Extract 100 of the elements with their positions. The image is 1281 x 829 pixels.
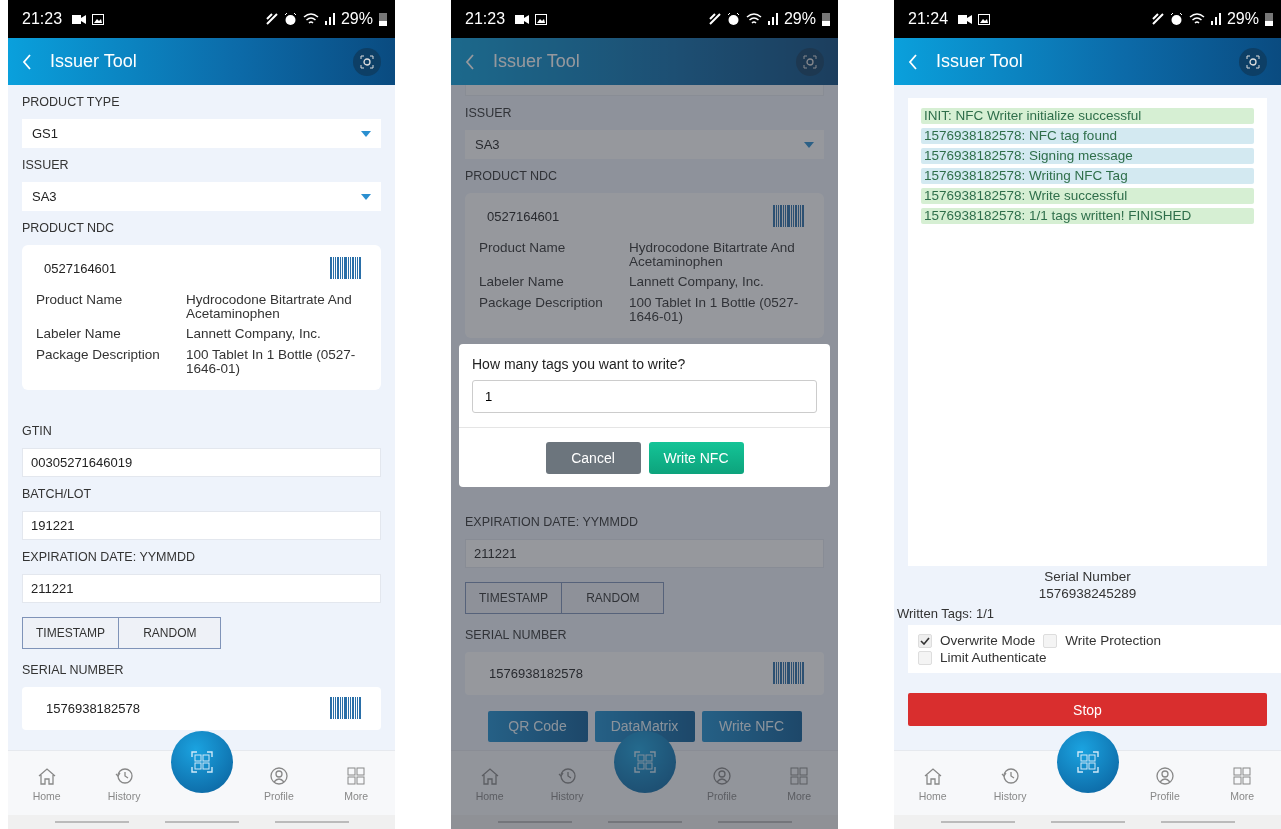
- nav-tab[interactable]: Profile: [248, 764, 309, 802]
- nav-tab[interactable]: More: [326, 764, 387, 802]
- stop-button[interactable]: Stop: [908, 693, 1267, 726]
- wifi-icon: [745, 13, 762, 25]
- detail-label: Package Description: [36, 347, 161, 364]
- field-label: ISSUER: [465, 105, 513, 122]
- segment-button[interactable]: RANDOM: [562, 581, 665, 614]
- scan-button[interactable]: [353, 47, 381, 76]
- profile-icon: [267, 764, 290, 787]
- detail-label: Labeler Name: [479, 275, 565, 290]
- signal-icon: [1210, 13, 1221, 25]
- battery-icon: [1265, 12, 1273, 26]
- action-button[interactable]: QR Code: [487, 710, 588, 742]
- checkbox[interactable]: [918, 633, 932, 648]
- log-entry: 1576938182578: 1/1 tags written! FINISHED: [921, 208, 1254, 224]
- segment-button[interactable]: RANDOM: [119, 616, 222, 649]
- alarm-icon: [1169, 12, 1183, 26]
- caret-icon: [804, 141, 814, 148]
- back-icon[interactable]: [22, 53, 32, 70]
- barcode-icon[interactable]: [773, 205, 804, 227]
- option-label: Overwrite Mode: [940, 633, 1036, 648]
- signal-icon: [324, 13, 335, 25]
- nav-tab[interactable]: More: [769, 764, 830, 802]
- scan-button[interactable]: [1239, 47, 1267, 76]
- nav-tab[interactable]: History: [980, 764, 1041, 802]
- battery-icon: [822, 12, 830, 26]
- grid-icon: [1231, 764, 1254, 787]
- qr-code-icon: [1076, 750, 1101, 774]
- written-tags-text: Written Tags: 1/1: [896, 606, 996, 621]
- barcode-icon[interactable]: [330, 257, 361, 279]
- nav-tab[interactable]: Profile: [691, 764, 752, 802]
- nav-tab[interactable]: History: [537, 764, 598, 802]
- dropdown-value: SA3: [32, 189, 57, 204]
- lens-icon: [803, 54, 817, 69]
- nav-tab[interactable]: History: [94, 764, 155, 802]
- ndc-value: 0527164601: [44, 260, 117, 276]
- detail-label: Package Description: [479, 295, 604, 312]
- grid-icon: [345, 764, 368, 787]
- profile-icon: [1153, 764, 1176, 787]
- nav-tab[interactable]: Home: [902, 764, 963, 802]
- nav-tab[interactable]: Home: [16, 764, 77, 802]
- status-time: 21:23: [465, 10, 506, 28]
- nav-tab[interactable]: Home: [459, 764, 520, 802]
- action-button[interactable]: Write NFC: [701, 710, 802, 742]
- field-label: PRODUCT NDC: [465, 168, 559, 185]
- segment-button[interactable]: TIMESTAMP: [465, 581, 563, 614]
- battery-percent: 29%: [1226, 10, 1259, 28]
- input-field[interactable]: 191221: [22, 510, 381, 540]
- tag-count-field[interactable]: 1: [472, 379, 817, 413]
- cancel-button[interactable]: Cancel: [545, 441, 641, 474]
- back-icon[interactable]: [465, 53, 475, 70]
- option-label: Limit Authenticate: [940, 650, 1047, 665]
- detail-value: Lannett Company, Inc.: [186, 327, 322, 342]
- write-nfc-button[interactable]: Write NFC: [648, 441, 744, 474]
- dropdown[interactable]: SA3: [465, 130, 824, 159]
- checkbox[interactable]: [1043, 633, 1058, 648]
- dropdown[interactable]: SA3: [22, 182, 381, 211]
- back-icon[interactable]: [908, 53, 918, 70]
- image-icon: [535, 13, 548, 25]
- field-label: EXPIRATION DATE: YYMMDD: [465, 513, 639, 531]
- status-time: 21:23: [22, 10, 63, 28]
- input-field[interactable]: 211221: [22, 573, 381, 603]
- check-icon: [920, 636, 930, 645]
- input-field[interactable]: 211221: [465, 538, 824, 568]
- checkbox[interactable]: [918, 650, 932, 665]
- field-label: SERIAL NUMBER: [22, 661, 125, 679]
- qr-code-icon: [633, 750, 658, 774]
- lens-icon: [360, 54, 374, 69]
- field-label: EXPIRATION DATE: YYMMDD: [22, 548, 196, 566]
- dropdown[interactable]: GS1: [22, 119, 381, 148]
- scan-button[interactable]: [796, 47, 824, 76]
- serial-value: 1576938182578: [46, 700, 140, 716]
- video-camera-icon: [72, 14, 87, 24]
- status-time: 21:24: [908, 10, 949, 28]
- app-title: Issuer Tool: [936, 51, 1024, 72]
- video-camera-icon: [958, 14, 973, 24]
- signal-icon: [767, 13, 778, 25]
- battery-percent: 29%: [340, 10, 373, 28]
- nav-tab[interactable]: Profile: [1134, 764, 1195, 802]
- detail-value: 100 Tablet In 1 Bottle (0527-1646-01): [186, 347, 357, 376]
- caret-icon: [361, 130, 371, 137]
- detail-label: Labeler Name: [36, 327, 122, 342]
- field-label: PRODUCT TYPE: [22, 94, 121, 111]
- battery-icon: [379, 12, 387, 26]
- segment-button[interactable]: TIMESTAMP: [22, 616, 120, 649]
- slash-icon: [1151, 13, 1164, 25]
- battery-percent: 29%: [783, 10, 816, 28]
- nav-tab[interactable]: More: [1212, 764, 1273, 802]
- field-label: ISSUER: [22, 157, 70, 174]
- image-icon: [92, 13, 105, 25]
- detail-value: 100 Tablet In 1 Bottle (0527-1646-01): [629, 295, 800, 324]
- input-field[interactable]: 00305271646019: [22, 447, 381, 477]
- log-entry: INIT: NFC Writer initialize successful: [921, 108, 1254, 124]
- app-title: Issuer Tool: [50, 51, 138, 72]
- dropdown-value: SA3: [475, 137, 500, 152]
- dropdown-value: GS1: [32, 126, 58, 141]
- dialog-question: How many tags you want to write?: [472, 355, 687, 372]
- barcode-icon[interactable]: [330, 697, 361, 720]
- log-entry: 1576938182578: NFC tag found: [921, 128, 1254, 144]
- barcode-icon[interactable]: [773, 662, 804, 685]
